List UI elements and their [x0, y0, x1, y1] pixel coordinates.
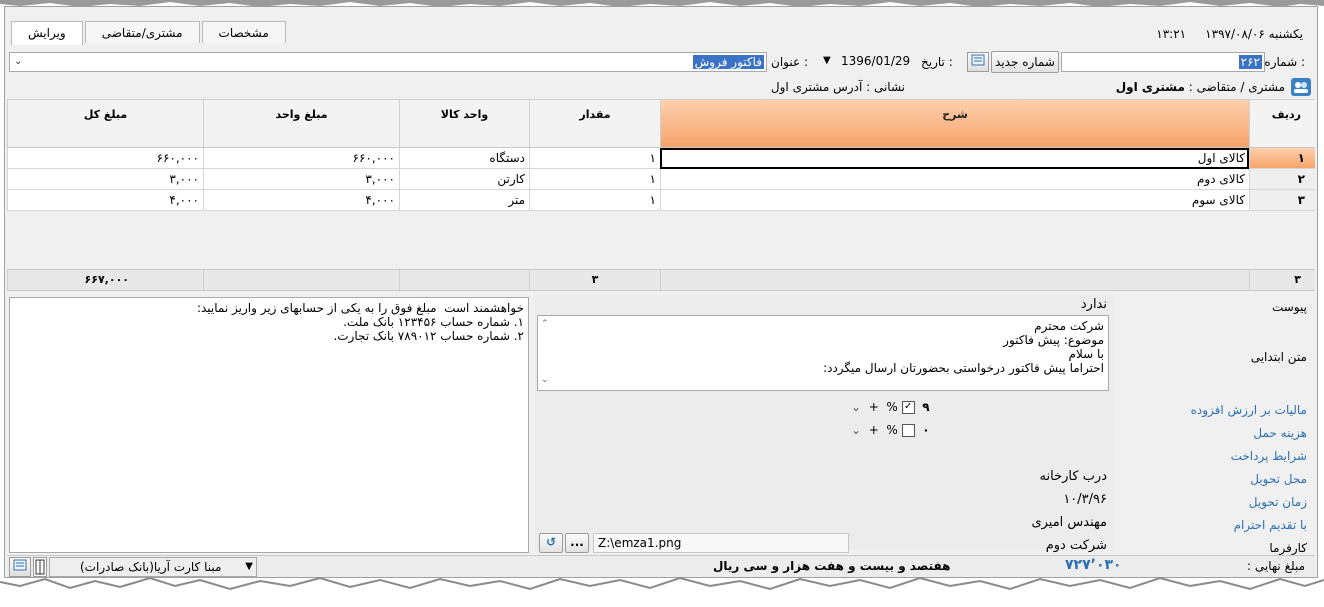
- totals-row: ۳ ۳ ۶۶۷,۰۰۰: [7, 269, 1315, 291]
- final-amount-words: هفتصد و بیست و هفت هزار و سی ریال: [713, 559, 951, 573]
- total-count: ۳: [1249, 270, 1315, 290]
- employer-value[interactable]: شرکت دوم: [1046, 538, 1107, 553]
- total-desc-cell: [660, 270, 1249, 290]
- total-amount: ۶۶۷,۰۰۰: [7, 270, 203, 290]
- browse-button[interactable]: ...: [565, 533, 589, 553]
- attachment-value[interactable]: ندارد: [1081, 297, 1107, 312]
- row-index: ۱: [1249, 148, 1315, 169]
- row-total[interactable]: ۶۶۰,۰۰۰: [7, 148, 203, 169]
- vat-value: ۹: [922, 400, 930, 414]
- date-picker[interactable]: ▼ 1396/01/29: [819, 52, 917, 72]
- row-unit-price[interactable]: ۴,۰۰۰: [203, 190, 399, 211]
- clock-time: ۱۳:۲۱: [1156, 27, 1187, 41]
- percent-symbol: %: [886, 423, 898, 437]
- row-qty[interactable]: ۱: [529, 190, 660, 211]
- chevron-down-icon: ▼: [823, 55, 831, 66]
- title-label: عنوان :: [771, 55, 808, 69]
- plus-icon[interactable]: +: [869, 423, 879, 437]
- tab-customer[interactable]: مشتری/متقاضی: [84, 21, 200, 43]
- table-row[interactable]: ۲ کالای دوم ۱ کارتن ۳,۰۰۰ ۳,۰۰۰: [7, 169, 1315, 190]
- col-qty-header[interactable]: مقدار: [529, 100, 660, 147]
- intro-textarea[interactable]: شرکت محترم موضوع: پیش فاکتور با سلام احت…: [537, 315, 1109, 391]
- number-label: شماره :: [1264, 55, 1305, 69]
- vat-checkbox[interactable]: ✓: [901, 401, 915, 414]
- date-value: 1396/01/29: [841, 54, 911, 68]
- customer-group-icon[interactable]: [1291, 78, 1311, 96]
- refresh-icon[interactable]: ↺: [539, 533, 563, 553]
- attachment-label: پیوست: [1272, 300, 1307, 314]
- row-total[interactable]: ۴,۰۰۰: [7, 190, 203, 211]
- regards-value[interactable]: مهندس امیری: [1031, 515, 1107, 530]
- row-qty[interactable]: ۱: [529, 169, 660, 190]
- customer-label-text: مشتری / متقاضی :: [1188, 80, 1285, 94]
- col-row-header[interactable]: ردیف: [1249, 100, 1315, 147]
- customer-name: مشتری اول: [1115, 80, 1185, 94]
- number-value: ۲۶۲: [1238, 55, 1262, 69]
- shipping-label: هزینه حمل: [1253, 426, 1307, 440]
- tab-specs[interactable]: مشخصات: [201, 21, 286, 43]
- col-desc-header[interactable]: شرح: [660, 100, 1249, 147]
- notes-textarea[interactable]: خواهشمند است مبلغ فوق را به یکی از حسابه…: [9, 297, 529, 553]
- number-input[interactable]: ۲۶۲: [1061, 52, 1265, 72]
- final-amount-label: مبلغ نهایی :: [1247, 559, 1305, 573]
- table-row[interactable]: ۳ کالای سوم ۱ متر ۴,۰۰۰ ۴,۰۰۰: [7, 190, 1315, 211]
- calendar-settings-icon[interactable]: [967, 52, 989, 72]
- total-unit-price-cell: [203, 270, 399, 290]
- date-label: تاریخ :: [921, 55, 953, 69]
- col-total-header[interactable]: مبلغ کل: [7, 100, 203, 147]
- chevron-down-icon[interactable]: ⌄: [851, 423, 861, 437]
- invoice-window: ویرایش مشتری/متقاضی مشخصات یکشنبه ۱۳۹۷/۰…: [4, 6, 1318, 578]
- total-unit-cell: [399, 270, 529, 290]
- regards-label[interactable]: با تقدیم احترام: [1234, 518, 1307, 532]
- new-number-button[interactable]: شماره جدید: [991, 51, 1059, 73]
- clock-date: یکشنبه ۱۳۹۷/۰۸/۰۶: [1205, 27, 1303, 41]
- delivery-time-value[interactable]: ۱۰/۳/۹۶: [1063, 492, 1107, 507]
- customer-label: مشتری / متقاضی : مشتری اول: [1116, 80, 1285, 94]
- scroll-down-icon[interactable]: ⌄: [541, 375, 549, 385]
- tab-strip: ویرایش مشتری/متقاضی مشخصات: [11, 21, 288, 45]
- scroll-up-icon[interactable]: ⌃: [541, 319, 549, 329]
- col-unit-header[interactable]: واحد کالا: [399, 100, 529, 147]
- row-qty[interactable]: ۱: [529, 148, 660, 169]
- row-desc[interactable]: کالای اول: [660, 148, 1249, 169]
- row-desc[interactable]: کالای دوم: [660, 169, 1249, 190]
- title-input[interactable]: فاکتور فروش ⌄: [9, 52, 767, 72]
- chevron-down-icon[interactable]: ⌄: [851, 400, 861, 414]
- chevron-down-icon: ⌄: [14, 56, 23, 67]
- shipping-value: ۰: [922, 423, 930, 437]
- torn-edge-bottom: [0, 576, 1324, 607]
- delivery-place-value[interactable]: درب کارخانه: [1040, 469, 1107, 484]
- row-unit[interactable]: کارتن: [399, 169, 529, 190]
- signature-path-input[interactable]: Z:\emza1.png: [593, 533, 849, 553]
- shipping-checkbox[interactable]: [901, 424, 915, 437]
- row-unit[interactable]: دستگاه: [399, 148, 529, 169]
- vat-controls: ⌄ + % ✓ ۹: [851, 400, 930, 414]
- row-unit[interactable]: متر: [399, 190, 529, 211]
- address-label: نشانی : آدرس مشتری اول: [770, 80, 905, 94]
- bank-select-value: مبنا کارت آریا(بانک صادرات): [80, 560, 222, 574]
- grid-header: ردیف شرح مقدار واحد کالا مبلغ واحد مبلغ …: [7, 99, 1315, 148]
- row-unit-price[interactable]: ۳,۰۰۰: [203, 169, 399, 190]
- final-amount-value: ۷۲۷٬۰۳۰: [1065, 557, 1122, 573]
- clock: یکشنبه ۱۳۹۷/۰۸/۰۶ ۱۳:۲۱: [1156, 27, 1303, 41]
- percent-symbol: %: [886, 400, 898, 414]
- employer-label: کارفرما: [1269, 541, 1307, 555]
- title-value: فاکتور فروش: [692, 55, 764, 69]
- row-total[interactable]: ۳,۰۰۰: [7, 169, 203, 190]
- col-unit-price-header[interactable]: مبلغ واحد: [203, 100, 399, 147]
- intro-label: متن ابتدایی: [1250, 350, 1307, 364]
- vat-label: مالیات بر ارزش افزوده: [1190, 403, 1307, 417]
- shipping-controls: ⌄ + % ۰: [851, 423, 930, 437]
- payment-terms-label[interactable]: شرایط پرداخت: [1231, 449, 1307, 463]
- delivery-place-label[interactable]: محل تحویل: [1250, 472, 1307, 486]
- plus-icon[interactable]: +: [869, 400, 879, 414]
- tab-edit[interactable]: ویرایش: [11, 21, 83, 45]
- delivery-time-label[interactable]: زمان تحویل: [1249, 495, 1307, 509]
- row-desc[interactable]: کالای سوم: [660, 190, 1249, 211]
- row-index: ۲: [1249, 169, 1315, 190]
- row-index: ۳: [1249, 190, 1315, 211]
- row-unit-price[interactable]: ۶۶۰,۰۰۰: [203, 148, 399, 169]
- total-qty: ۳: [529, 270, 660, 290]
- table-row[interactable]: ۱ کالای اول ۱ دستگاه ۶۶۰,۰۰۰ ۶۶۰,۰۰۰: [7, 148, 1315, 169]
